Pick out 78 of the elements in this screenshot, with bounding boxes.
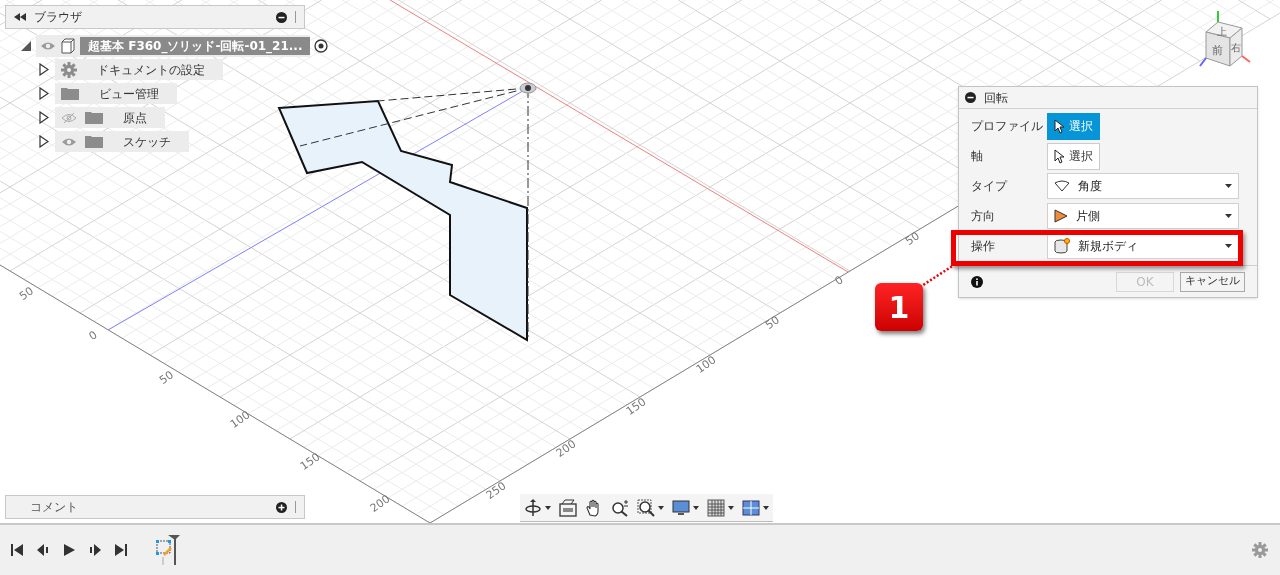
panel-title: コメント xyxy=(30,499,79,516)
minus-circle-icon[interactable] xyxy=(965,92,976,103)
collapse-triangle-icon[interactable] xyxy=(39,87,49,100)
grid-icon[interactable] xyxy=(707,498,725,517)
field-label: タイプ xyxy=(971,178,1009,195)
monitor-icon[interactable] xyxy=(672,498,690,517)
caret-down-icon xyxy=(1225,244,1232,248)
dropdown[interactable]: 新規ボディ xyxy=(1047,233,1239,259)
grid-scale-label: 150 xyxy=(297,449,324,475)
cancel-button[interactable]: キャンセル xyxy=(1180,271,1245,292)
tree-item[interactable]: スケッチ xyxy=(55,131,189,152)
viewports-icon[interactable] xyxy=(742,499,760,516)
grid-scale-label: 200 xyxy=(367,491,394,517)
collapse-arrows-icon[interactable] xyxy=(14,13,26,21)
play-icon[interactable] xyxy=(62,543,76,557)
plus-circle-icon[interactable] xyxy=(276,501,287,513)
select-button[interactable]: 選択 xyxy=(1047,142,1100,170)
grid-scale-label: 50 xyxy=(762,312,784,334)
skip-start-icon[interactable] xyxy=(10,543,24,557)
radio-target-icon[interactable] xyxy=(314,39,329,53)
zoom-icon[interactable] xyxy=(611,498,629,517)
look-at-icon[interactable] xyxy=(559,498,577,517)
grid-scale-label: 200 xyxy=(553,436,580,462)
collapse-triangle-icon[interactable] xyxy=(39,63,49,76)
field-label: プロファイル xyxy=(971,118,1044,135)
cursor-arrow-icon xyxy=(1054,118,1065,134)
dropdown[interactable]: 片側 xyxy=(1047,203,1239,229)
folder-icon xyxy=(61,87,79,100)
field-label: 操作 xyxy=(971,238,996,255)
new-body-icon xyxy=(1054,238,1070,254)
tree-item-label: ビュー管理 xyxy=(98,85,160,103)
dropdown[interactable]: 角度 xyxy=(1047,173,1239,199)
panel-title: ブラウザ xyxy=(34,9,83,26)
step-back-icon[interactable] xyxy=(36,543,50,557)
grid-scale-label: 100 xyxy=(693,352,720,378)
collapse-triangle-icon[interactable] xyxy=(39,111,49,124)
skip-end-icon[interactable] xyxy=(114,543,128,557)
caret-down-icon xyxy=(1225,214,1232,218)
flag-icon xyxy=(1054,209,1068,223)
tree-item[interactable]: 原点 xyxy=(55,107,165,128)
minus-circle-icon[interactable] xyxy=(276,11,287,23)
grid-scale-label: 50 xyxy=(16,283,38,305)
caret-down-icon xyxy=(1225,184,1232,188)
angle-icon xyxy=(1054,180,1070,192)
orbit-icon[interactable] xyxy=(524,498,542,517)
tree-item[interactable]: ビュー管理 xyxy=(55,83,177,104)
dialog-title: 回転 xyxy=(984,89,1008,107)
caret-down-icon[interactable] xyxy=(763,505,769,510)
field-label: 方向 xyxy=(971,208,996,225)
body-cube-icon xyxy=(60,38,76,54)
expand-triangle-icon[interactable] xyxy=(20,40,32,52)
tree-item[interactable]: ドキュメントの設定 xyxy=(55,59,223,80)
grid-scale-label: 0 xyxy=(85,327,101,345)
folder-icon xyxy=(85,111,103,124)
caret-down-icon[interactable] xyxy=(728,505,734,510)
grid-scale-label: 0 xyxy=(831,272,847,290)
gear-icon xyxy=(61,61,77,78)
zoom-window-icon[interactable] xyxy=(637,498,655,517)
grid-scale-label: 50 xyxy=(156,367,178,389)
caret-down-icon[interactable] xyxy=(545,505,551,510)
info-icon[interactable] xyxy=(971,275,983,288)
grid-scale-label: 50 xyxy=(902,228,924,250)
field-label: 軸 xyxy=(971,148,984,165)
step-forward-icon[interactable] xyxy=(88,543,102,557)
view-cube-drawing[interactable]: 上 前 右 xyxy=(1198,8,1270,80)
caret-down-icon[interactable] xyxy=(693,505,699,510)
grid-scale-label: 100 xyxy=(227,407,254,433)
grid-scale-label: 150 xyxy=(623,394,650,420)
tree-item-label: ドキュメントの設定 xyxy=(96,61,206,79)
tree-item-label: 原点 xyxy=(122,109,148,127)
caret-down-icon[interactable] xyxy=(658,505,664,510)
grid-scale-label: 250 xyxy=(483,478,510,504)
cursor-arrow-icon xyxy=(1054,148,1065,164)
collapse-triangle-icon[interactable] xyxy=(39,135,49,148)
callout-badge: 1 xyxy=(875,283,923,331)
folder-icon xyxy=(85,135,103,148)
origin-point xyxy=(519,82,537,94)
tree-item-label: スケッチ xyxy=(122,133,172,151)
